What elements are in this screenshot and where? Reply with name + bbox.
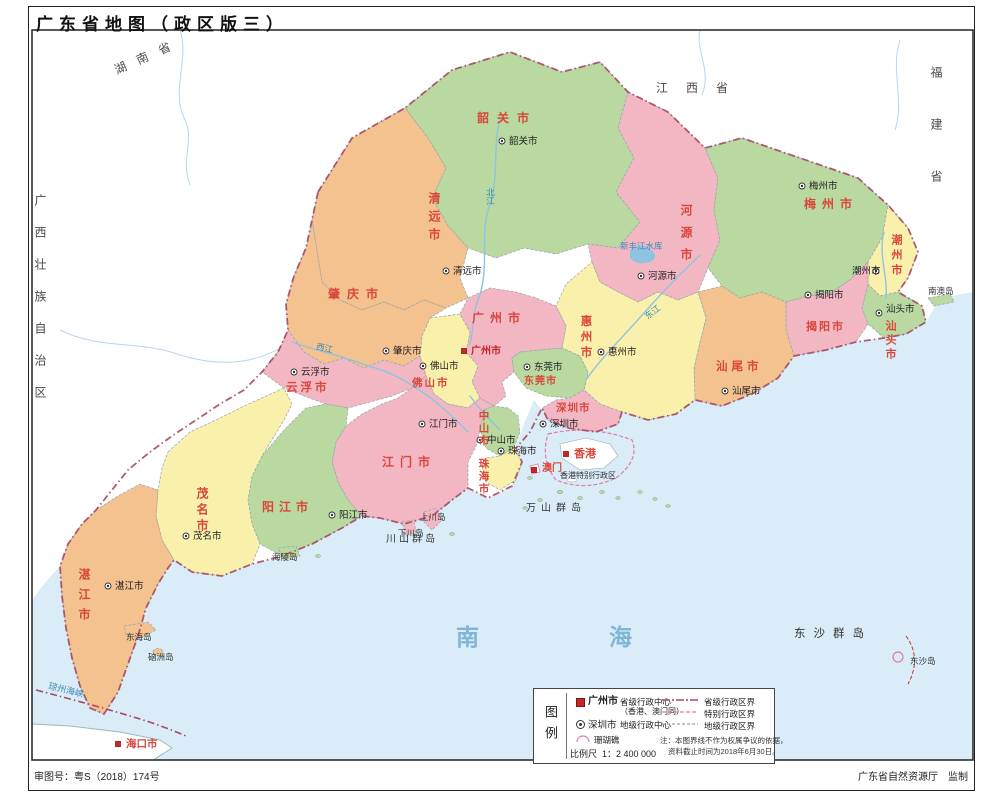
province-border-sample [662, 697, 698, 703]
islet [153, 649, 163, 656]
city-marker-meizhou [799, 183, 805, 189]
city-marker-dongguan [524, 364, 530, 370]
city-marker-haikou [115, 741, 120, 746]
city-marker-macau [531, 467, 536, 472]
islet [567, 478, 577, 482]
city-marker-zhongshan [477, 437, 483, 443]
legend-divider [566, 693, 567, 759]
legend-note-line1: 注：本图界线不作为权属争议的依据， [660, 737, 788, 745]
legend-capital-name: 广州市 [588, 697, 618, 707]
city-marker-jiangmen [419, 421, 425, 427]
approval-number: 审图号：粤S（2018）174号 [34, 768, 160, 783]
city-marker-yangjiang [329, 512, 335, 518]
legend-prefecture-name: 深圳市 [588, 721, 617, 731]
map-canvas [0, 0, 1000, 797]
legend-border3-label: 地级行政区界 [704, 722, 755, 731]
legend-border2-label: 特别行政区界 [704, 710, 755, 719]
city-marker-qingyuan [443, 268, 449, 274]
city-marker-huizhou [598, 349, 604, 355]
city-marker-jieyang [805, 292, 811, 298]
city-marker-hongkong [563, 451, 568, 456]
sar-border-sample [662, 709, 698, 715]
legend-note-line2: 资料截止时间为2018年6月30日。 [668, 748, 780, 756]
city-marker-guangzhou [461, 348, 466, 353]
map-title: 广东省地图（政区版三） [36, 10, 289, 35]
city-marker-zhaoqing [383, 348, 389, 354]
city-marker-zhuhai [498, 448, 504, 454]
city-marker-heyuan [638, 273, 644, 279]
legend-coral-label: 珊瑚礁 [594, 736, 620, 745]
legend-scale-value: 1：2 400 000 [602, 750, 656, 759]
legend-border1-label: 省级行政区界 [704, 698, 755, 707]
prefecture-marker-icon [576, 720, 585, 729]
publisher: 广东省自然资源厅 监制 [858, 768, 968, 783]
coral-reef-icon [576, 735, 590, 743]
city-marker-foshan [420, 363, 426, 369]
legend-scale-label: 比例尺 [570, 750, 597, 759]
city-marker-zhanjiang [105, 583, 111, 589]
prefecture-border-sample [662, 721, 698, 727]
city-marker-shantou [876, 310, 882, 316]
city-marker-maoming [183, 533, 189, 539]
city-marker-shaoguan [499, 138, 505, 144]
city-marker-yunfu [291, 369, 297, 375]
legend-title: 图例 [544, 705, 557, 747]
legend-box: 图例 广州市 省级行政中心 （香港、澳门同） 深圳市 地级行政中心 珊瑚礁 比例… [533, 688, 775, 764]
city-marker-chaozhou [873, 268, 879, 274]
capital-marker-icon [576, 698, 585, 707]
city-marker-shenzhen [540, 421, 546, 427]
city-marker-shanwei [722, 388, 728, 394]
map-sheet: 广东省地图（政区版三） [0, 0, 1000, 797]
